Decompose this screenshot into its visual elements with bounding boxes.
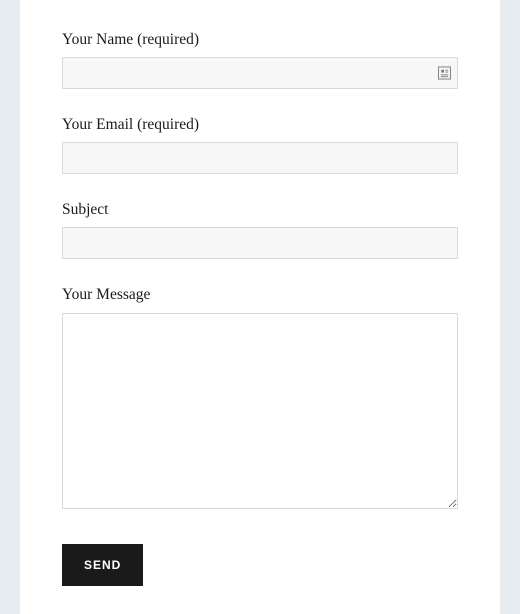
- email-input[interactable]: [62, 142, 458, 174]
- email-label: Your Email (required): [62, 115, 458, 135]
- name-input[interactable]: [62, 57, 458, 89]
- contact-form-card: Your Name (required) Your Email (require…: [20, 0, 500, 614]
- name-label: Your Name (required): [62, 30, 458, 50]
- message-label: Your Message: [62, 285, 458, 305]
- send-button[interactable]: Send: [62, 544, 143, 586]
- message-textarea[interactable]: [62, 313, 458, 509]
- message-field-group: Your Message: [62, 285, 458, 513]
- subject-input[interactable]: [62, 227, 458, 259]
- name-input-wrapper: [62, 57, 458, 89]
- subject-label: Subject: [62, 200, 458, 220]
- name-field-group: Your Name (required): [62, 30, 458, 89]
- subject-field-group: Subject: [62, 200, 458, 259]
- email-field-group: Your Email (required): [62, 115, 458, 174]
